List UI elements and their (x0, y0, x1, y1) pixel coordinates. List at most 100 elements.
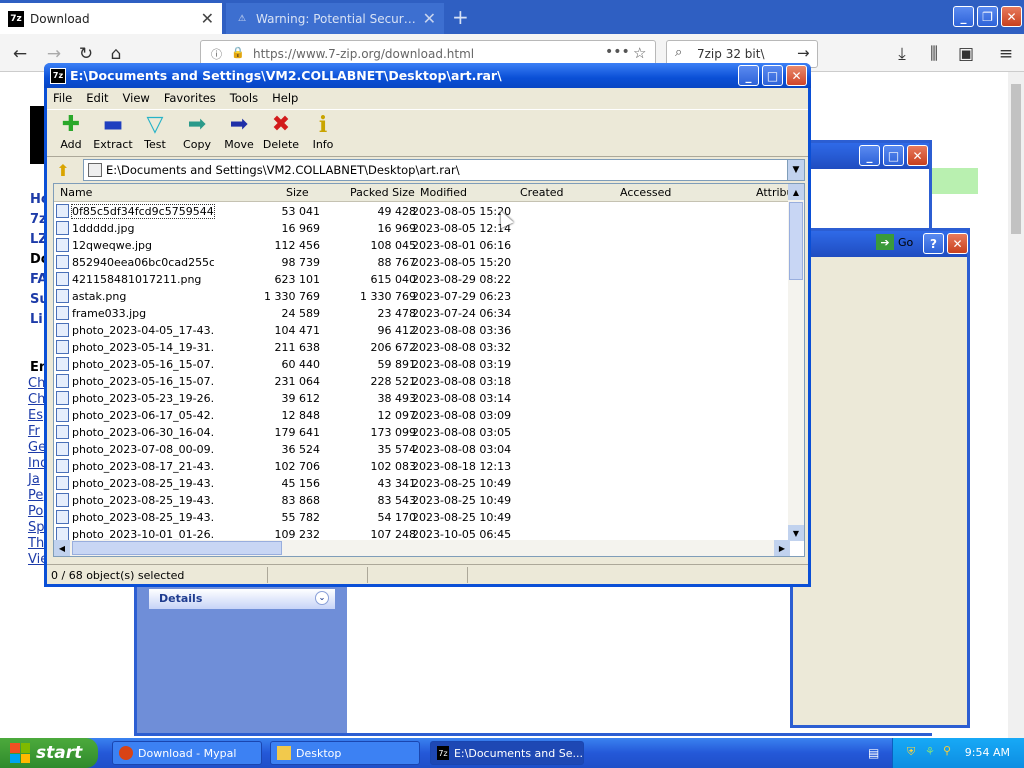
table-row[interactable]: photo_2023-08-25_19-43... 83 868 83 543 202… (54, 492, 790, 509)
table-row[interactable]: photo_2023-07-08_00-09... 36 524 35 574 202… (54, 441, 790, 458)
table-row[interactable]: photo_2023-05-16_15-07... 231 064 228 521 2… (54, 373, 790, 390)
vertical-scrollbar-thumb[interactable] (789, 202, 803, 280)
table-row[interactable]: frame033.jpg 24 589 23 478 2023-07-24 06:34 (54, 305, 790, 322)
copy-button[interactable]: ➡ Copy (175, 112, 219, 156)
close-tab-icon[interactable]: ✕ (423, 9, 436, 28)
language-link[interactable]: Pe (28, 488, 43, 503)
column-size[interactable]: Size (286, 186, 309, 199)
delete-button[interactable]: ✖ Delete (259, 112, 303, 156)
scroll-left-icon[interactable]: ◀ (54, 540, 70, 556)
start-button[interactable]: start (0, 738, 98, 768)
table-row[interactable]: 12qweqwe.jpg 112 456 108 045 2023-08-01 06:… (54, 237, 790, 254)
back-icon[interactable]: ← (8, 42, 32, 66)
table-row[interactable]: photo_2023-06-17_05-42... 12 848 12 097 202… (54, 407, 790, 424)
table-row[interactable]: photo_2023-08-25_19-43... 45 156 43 341 202… (54, 475, 790, 492)
library-icon[interactable]: ⫼ (922, 42, 946, 66)
close-tab-icon[interactable]: ✕ (201, 9, 214, 28)
download-icon[interactable]: ⤓ (890, 42, 914, 66)
taskbar-item-desktop[interactable]: Desktop (270, 741, 420, 765)
close-icon[interactable]: ✕ (947, 233, 968, 254)
language-link[interactable]: Fr (28, 424, 40, 439)
menu-file[interactable]: File (53, 91, 72, 105)
table-row[interactable]: photo_2023-06-30_16-04... 179 641 173 099 2… (54, 424, 790, 441)
collapse-icon[interactable]: ⌄ (315, 591, 329, 605)
menu-help[interactable]: Help (272, 91, 298, 105)
menu-favorites[interactable]: Favorites (164, 91, 216, 105)
menu-view[interactable]: View (123, 91, 150, 105)
sidebar-icon[interactable]: ▣ (954, 42, 978, 66)
table-row[interactable]: photo_2023-08-25_19-43... 55 782 54 170 202… (54, 509, 790, 526)
nav-link[interactable]: Li (30, 312, 43, 327)
menu-tools[interactable]: Tools (230, 91, 258, 105)
language-link[interactable]: Ch (28, 376, 45, 391)
column-created[interactable]: Created (520, 186, 564, 199)
minimize-icon[interactable]: _ (859, 145, 880, 166)
language-link[interactable]: Ja (28, 472, 40, 487)
column-accessed[interactable]: Accessed (620, 186, 671, 199)
bookmark-star-icon[interactable]: ☆ (633, 44, 646, 62)
taskbar-item-browser[interactable]: Download - Mypal (112, 741, 262, 765)
menu-edit[interactable]: Edit (86, 91, 108, 105)
background-dialog-window[interactable]: ? ✕ (790, 228, 970, 728)
info-button[interactable]: i Info (301, 112, 345, 156)
new-tab-icon[interactable]: + (452, 5, 469, 29)
language-link[interactable]: Es (28, 408, 43, 423)
language-link[interactable]: Th (28, 536, 44, 551)
table-row[interactable]: photo_2023-08-17_21-43... 102 706 102 083 2… (54, 458, 790, 475)
column-name[interactable]: Name (60, 186, 92, 199)
table-row[interactable]: 852940eea06bc0cad255c... 98 739 88 767 2023… (54, 254, 790, 271)
horizontal-scrollbar[interactable]: ◀ ▶ (54, 540, 790, 556)
page-scrollbar[interactable] (1008, 72, 1024, 738)
network-icon[interactable]: ⚘ (925, 745, 935, 758)
7zip-window[interactable]: 7z E:\Documents and Settings\VM2.COLLABN… (44, 63, 811, 587)
move-button[interactable]: ➡ Move (217, 112, 261, 156)
scroll-down-icon[interactable]: ▼ (788, 525, 804, 541)
language-link[interactable]: Sp (28, 520, 45, 535)
close-icon[interactable]: ✕ (1001, 6, 1022, 27)
minimize-icon[interactable]: _ (953, 6, 974, 27)
scroll-right-icon[interactable]: ▶ (774, 540, 790, 556)
table-row[interactable]: astak.png 1 330 769 1 330 769 2023-07-29 06… (54, 288, 790, 305)
table-row[interactable]: 1ddddd.jpg 16 969 16 969 2023-08-05 12:14 (54, 220, 790, 237)
details-panel-header[interactable]: Details ⌄ (149, 589, 335, 609)
address-dropdown-icon[interactable]: ▼ (787, 160, 804, 180)
search-go-icon[interactable]: → (797, 44, 810, 62)
add-button[interactable]: ✚ Add (49, 112, 93, 156)
go-button[interactable]: ➔ Go (876, 234, 913, 250)
extract-button[interactable]: ▬ Extract (91, 112, 135, 156)
table-row[interactable]: photo_2023-05-23_19-26... 39 612 38 493 202… (54, 390, 790, 407)
table-row[interactable]: 421158481017211.png 623 101 615 040 2023-08… (54, 271, 790, 288)
folder-up-icon[interactable]: ⬆ (53, 160, 73, 180)
tab-security-warning[interactable]: ⚠ Warning: Potential Security Risk Ahead… (226, 3, 444, 34)
table-row[interactable]: 0f85c5df34fcd9c5759544... 53 041 49 428 202… (54, 203, 790, 220)
menu-icon[interactable]: ≡ (994, 42, 1018, 66)
close-icon[interactable]: ✕ (907, 145, 928, 166)
page-scrollbar-thumb[interactable] (1011, 84, 1021, 234)
table-row[interactable]: photo_2023-04-05_17-43... 104 471 96 412 20… (54, 322, 790, 339)
test-button[interactable]: ▽ Test (133, 112, 177, 156)
file-list[interactable]: Name Size Packed Size Modified Created A… (53, 183, 805, 557)
help-icon[interactable]: ? (923, 233, 944, 254)
info-icon[interactable]: ⓘ (211, 46, 222, 62)
vertical-scrollbar[interactable]: ▲ ▼ (788, 184, 804, 541)
column-packed-size[interactable]: Packed Size (350, 186, 415, 199)
language-link[interactable]: Ch (28, 392, 45, 407)
search-tray-icon[interactable]: ⚲ (943, 744, 951, 757)
scroll-up-icon[interactable]: ▲ (788, 184, 804, 200)
more-icon[interactable]: ••• (605, 44, 630, 60)
minimize-icon[interactable]: _ (738, 65, 759, 86)
close-icon[interactable]: ✕ (786, 65, 807, 86)
restore-icon[interactable]: ❐ (977, 6, 998, 27)
tab-download[interactable]: 7z Download ✕ (0, 3, 222, 34)
security-shield-icon[interactable]: ⛨ (907, 745, 915, 759)
maximize-icon[interactable]: □ (762, 65, 783, 86)
taskbar-item-7zip[interactable]: 7z E:\Documents and Se... (430, 741, 584, 765)
table-row[interactable]: photo_2023-05-16_15-07... 60 440 59 891 202… (54, 356, 790, 373)
7zip-titlebar[interactable]: 7z E:\Documents and Settings\VM2.COLLABN… (44, 63, 811, 88)
horizontal-scrollbar-thumb[interactable] (72, 541, 282, 555)
language-link[interactable]: Po (28, 504, 43, 519)
address-input[interactable]: E:\Documents and Settings\VM2.COLLABNET\… (83, 159, 805, 181)
table-row[interactable]: photo_2023-05-14_19-31... 211 638 206 672 2… (54, 339, 790, 356)
maximize-icon[interactable]: □ (883, 145, 904, 166)
keyboard-icon[interactable]: ▤ (868, 746, 879, 760)
